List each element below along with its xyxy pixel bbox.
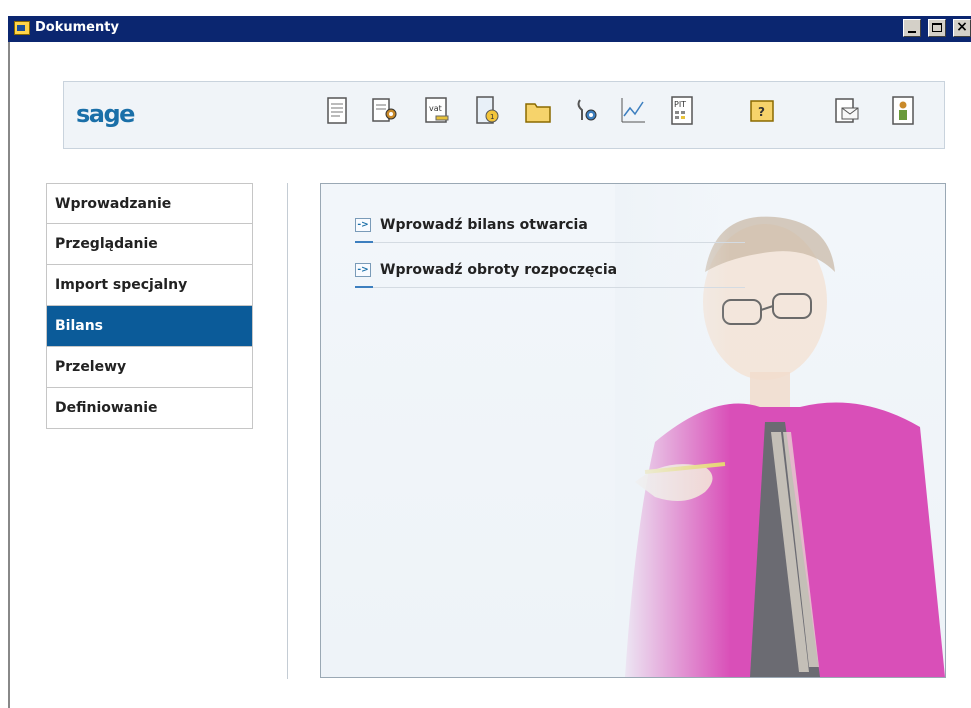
app-icon (14, 21, 30, 35)
action-underline (355, 286, 373, 288)
arrow-right-icon: -> (355, 218, 371, 232)
sidebar-item-definiowanie[interactable]: Definiowanie (46, 388, 253, 429)
chart-icon[interactable] (618, 94, 648, 128)
action-underline (355, 241, 373, 243)
svg-text:1: 1 (490, 113, 494, 121)
pit-label: PIT (674, 100, 686, 109)
divider (287, 183, 288, 679)
action-label: Wprowadź bilans otwarcia (380, 217, 588, 233)
sidebar-item-label: Przelewy (55, 359, 127, 375)
action-separator (373, 242, 745, 243)
sidebar-item-label: Przeglądanie (55, 236, 158, 252)
main-panel: -> Wprowadź bilans otwarcia -> Wprowadź … (320, 183, 946, 678)
close-button[interactable]: × (953, 19, 971, 37)
help-label: ? (758, 105, 765, 119)
sidebar-item-label: Bilans (55, 318, 104, 334)
window-title: Dokumenty (35, 20, 119, 35)
action-bilans-otwarcia[interactable]: -> Wprowadź bilans otwarcia (355, 207, 745, 247)
vat-label: vat (429, 104, 442, 113)
document-timer-icon[interactable]: 1 (472, 94, 502, 128)
action-obroty-rozpoczecia[interactable]: -> Wprowadź obroty rozpoczęcia (355, 252, 745, 292)
minimize-button[interactable] (902, 19, 921, 37)
sidebar: Wprowadzanie Przeglądanie Import specjal… (46, 183, 253, 429)
action-label: Wprowadź obroty rozpoczęcia (380, 262, 618, 278)
sidebar-item-label: Wprowadzanie (55, 196, 172, 212)
sidebar-item-wprowadzanie[interactable]: Wprowadzanie (46, 183, 253, 224)
toolbar: sage vat 1 PIT ? (63, 81, 945, 149)
person-info-icon[interactable] (888, 94, 918, 128)
help-icon[interactable]: ? (747, 94, 777, 128)
sidebar-item-import-specjalny[interactable]: Import specjalny (46, 265, 253, 306)
arrow-right-icon: -> (355, 263, 371, 277)
sidebar-item-przegladanie[interactable]: Przeglądanie (46, 224, 253, 265)
document-list-icon[interactable] (322, 94, 352, 128)
action-separator (373, 287, 745, 288)
sidebar-item-bilans[interactable]: Bilans (46, 306, 253, 347)
maximize-button[interactable] (927, 19, 946, 37)
sage-logo: sage (76, 100, 135, 128)
window-titlebar[interactable]: Dokumenty × (8, 16, 971, 42)
window-controls: × (901, 19, 971, 39)
document-settings-icon[interactable] (370, 94, 400, 128)
folder-icon[interactable] (523, 94, 553, 128)
vat-register-icon[interactable]: vat (422, 94, 452, 128)
sidebar-item-label: Definiowanie (55, 400, 158, 416)
sidebar-item-przelewy[interactable]: Przelewy (46, 347, 253, 388)
tools-settings-icon[interactable] (572, 94, 602, 128)
pit-calculator-icon[interactable]: PIT (667, 94, 697, 128)
mail-icon[interactable] (832, 94, 862, 128)
sidebar-item-label: Import specjalny (55, 277, 188, 293)
